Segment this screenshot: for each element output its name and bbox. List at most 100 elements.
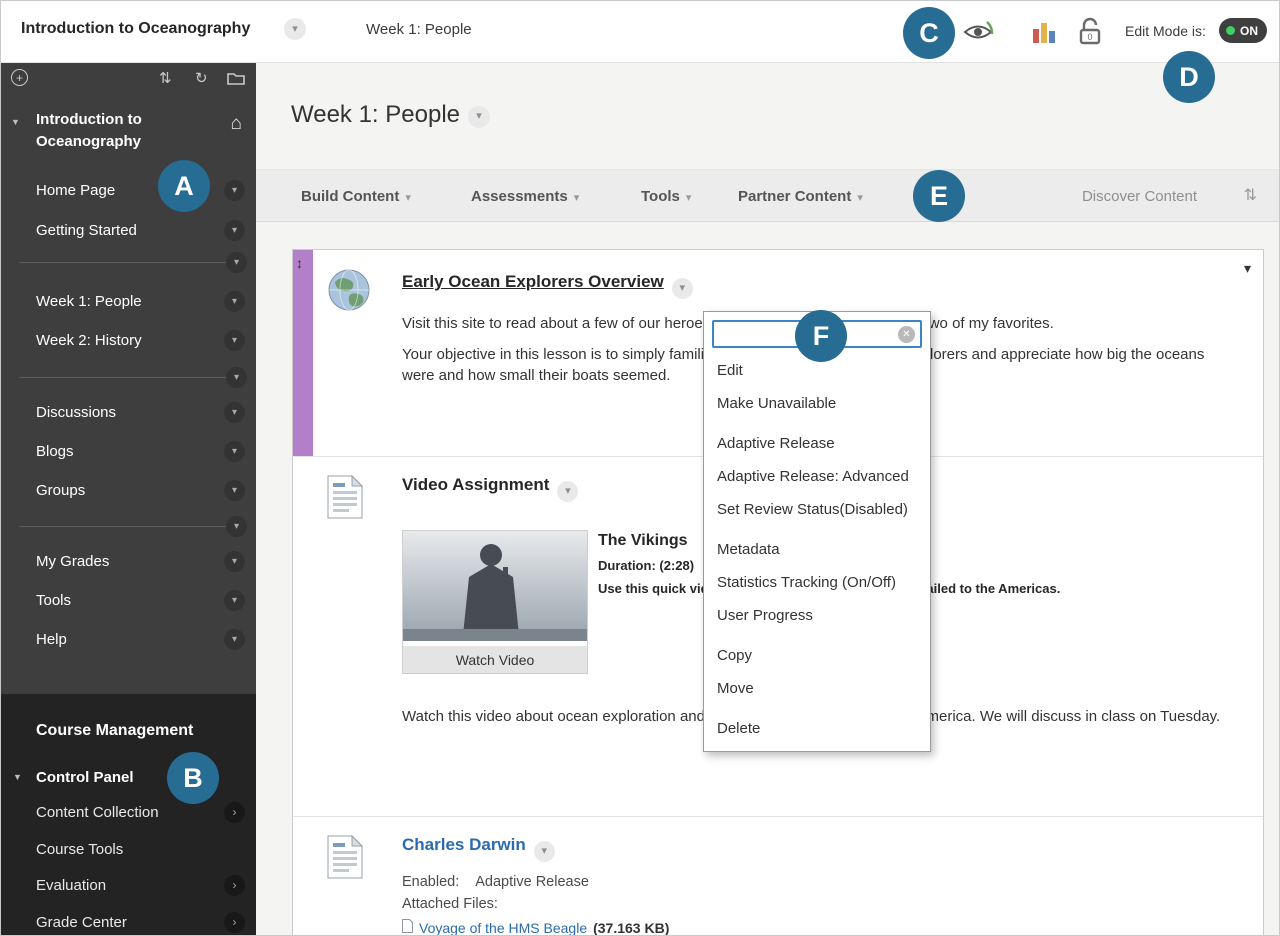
item-options-chevron-icon[interactable]: ▾ <box>533 841 555 862</box>
sidebar-item-blogs[interactable]: Blogs ▾ <box>1 432 256 471</box>
menu-item-statistics-tracking[interactable]: Statistics Tracking (On/Off) <box>704 566 930 599</box>
annotation-callout-c: C <box>903 7 955 59</box>
item-title-video-assignment[interactable]: Video Assignment <box>402 475 549 494</box>
divider-options-chevron-icon[interactable]: ▾ <box>226 516 247 537</box>
sidebar-item-label: Grade Center <box>36 914 127 931</box>
partner-content-label: Partner Content <box>738 188 852 205</box>
menu-item-set-review-status[interactable]: Set Review Status(Disabled) <box>704 493 930 526</box>
selected-item-strip: ↕ <box>293 250 313 456</box>
annotation-callout-a: A <box>158 160 210 212</box>
item-options-chevron-icon[interactable]: ▾ <box>224 590 245 611</box>
item-options-chevron-icon[interactable]: ▾ <box>224 291 245 312</box>
divider-options-chevron-icon[interactable]: ▾ <box>226 252 247 273</box>
item-link-early-ocean-explorers[interactable]: Early Ocean Explorers Overview <box>402 272 664 291</box>
menu-group: Adaptive Release Adaptive Release: Advan… <box>704 427 930 526</box>
drag-handle-icon[interactable]: ↕ <box>296 255 303 271</box>
clear-search-icon[interactable]: ✕ <box>898 326 915 343</box>
menu-item-user-progress[interactable]: User Progress <box>704 599 930 632</box>
attachment-size: (37.163 KB) <box>593 919 670 936</box>
home-icon[interactable]: ⌂ <box>231 113 242 135</box>
sidebar-course-title[interactable]: Introduction to Oceanography <box>36 109 142 153</box>
course-title-menu-chevron-icon[interactable]: ▾ <box>284 18 306 40</box>
refresh-icon[interactable]: ↻ <box>195 69 208 87</box>
attachment-link[interactable]: Voyage of the HMS Beagle <box>419 920 587 936</box>
unlock-icon[interactable]: 0 <box>1077 17 1103 52</box>
item-options-chevron-icon[interactable]: ▾ <box>224 180 245 201</box>
menu-item-delete[interactable]: Delete <box>704 712 930 745</box>
sidebar-item-home-page[interactable]: Home Page ▾ <box>1 171 256 210</box>
chevron-down-icon: ▾ <box>857 192 863 204</box>
folder-view-icon[interactable] <box>227 71 245 89</box>
sidebar-item-evaluation[interactable]: Evaluation › <box>1 867 256 904</box>
item-options-chevron-icon[interactable]: ▾ <box>224 441 245 462</box>
menu-item-adaptive-release[interactable]: Adaptive Release <box>704 427 930 460</box>
item-options-chevron-icon[interactable]: ▾ <box>224 629 245 650</box>
reorder-icon[interactable]: ⇅ <box>159 69 172 87</box>
menu-item-move[interactable]: Move <box>704 672 930 705</box>
build-content-button[interactable]: Build Content ▾ <box>301 170 411 223</box>
menu-item-metadata[interactable]: Metadata <box>704 533 930 566</box>
course-menu-sidebar: + ⇅ ↻ ▼ Introduction to Oceanography ⌂ H… <box>1 63 256 935</box>
partner-content-button[interactable]: Partner Content ▾ <box>738 170 863 223</box>
edit-mode-toggle[interactable]: ON <box>1219 18 1267 43</box>
course-title-line2: Oceanography <box>36 133 142 150</box>
sidebar-item-groups[interactable]: Groups ▾ <box>1 471 256 510</box>
sidebar-course-header: ▼ Introduction to Oceanography ⌂ <box>1 109 256 179</box>
item-options-chevron-icon[interactable]: ▾ <box>224 330 245 351</box>
file-icon <box>402 919 413 935</box>
header-course-title: Introduction to Oceanography <box>21 20 251 37</box>
build-content-label: Build Content <box>301 188 400 205</box>
add-menu-item-icon[interactable]: + <box>11 69 28 86</box>
divider-options-chevron-icon[interactable]: ▾ <box>226 367 247 388</box>
assessments-button[interactable]: Assessments ▾ <box>471 170 579 223</box>
collapse-list-chevron-icon[interactable]: ▾ <box>1244 260 1251 277</box>
sidebar-item-getting-started[interactable]: Getting Started ▾ <box>1 211 256 250</box>
sort-order-icon[interactable]: ⇅ <box>1244 185 1257 205</box>
open-in-new-chevron-icon[interactable]: › <box>224 802 245 823</box>
sidebar-item-my-grades[interactable]: My Grades ▾ <box>1 542 256 581</box>
control-panel-caret-icon[interactable]: ▼ <box>13 758 22 797</box>
item-title-row: Charles Darwin ▾ <box>402 835 1233 862</box>
sidebar-item-tools[interactable]: Tools ▾ <box>1 581 256 620</box>
page-title: Week 1: People ▾ <box>291 101 490 129</box>
sidebar-item-help[interactable]: Help ▾ <box>1 620 256 659</box>
watch-video-button[interactable]: Watch Video <box>403 646 587 673</box>
sidebar-item-discussions[interactable]: Discussions ▾ <box>1 393 256 432</box>
context-menu-list: Edit Make Unavailable Adaptive Release A… <box>704 354 930 745</box>
tools-label: Tools <box>641 188 680 205</box>
item-options-chevron-icon[interactable]: ▾ <box>557 481 579 502</box>
item-options-chevron-icon[interactable]: ▾ <box>224 551 245 572</box>
sidebar-item-week2-history[interactable]: Week 2: History ▾ <box>1 321 256 360</box>
blackboard-app: Introduction to Oceanography ▾ Week 1: P… <box>0 0 1280 936</box>
item-options-chevron-icon[interactable]: ▾ <box>224 220 245 241</box>
enabled-status-line: Enabled: Adaptive Release <box>402 874 1233 890</box>
edit-mode-value: ON <box>1240 23 1258 38</box>
annotation-callout-d: D <box>1163 51 1215 103</box>
sidebar-item-week1-people[interactable]: Week 1: People ▾ <box>1 282 256 321</box>
open-in-new-chevron-icon[interactable]: › <box>224 875 245 896</box>
sidebar-item-grade-center[interactable]: Grade Center › <box>1 904 256 935</box>
discover-content-button[interactable]: Discover Content <box>1082 170 1197 223</box>
menu-item-copy[interactable]: Copy <box>704 639 930 672</box>
student-preview-icon[interactable] <box>961 17 995 52</box>
content-action-bar: Build Content ▾ Assessments ▾ Tools ▾ Partn… <box>256 169 1279 222</box>
menu-group: Metadata Statistics Tracking (On/Off) Us… <box>704 533 930 632</box>
item-options-chevron-icon[interactable]: ▾ <box>224 480 245 501</box>
open-in-new-chevron-icon[interactable]: › <box>224 912 245 933</box>
video-thumbnail[interactable]: Watch Video <box>402 530 588 674</box>
item-link-charles-darwin[interactable]: Charles Darwin <box>402 835 526 854</box>
page-title-menu-chevron-icon[interactable]: ▾ <box>468 105 490 128</box>
tools-button[interactable]: Tools ▾ <box>641 170 691 223</box>
menu-item-make-unavailable[interactable]: Make Unavailable <box>704 387 930 420</box>
sidebar-item-label: Week 1: People <box>36 293 142 310</box>
breadcrumb[interactable]: Week 1: People <box>366 21 472 38</box>
item-options-chevron-icon[interactable]: ▾ <box>224 402 245 423</box>
sidebar-item-label: Home Page <box>36 182 116 199</box>
menu-item-adaptive-release-advanced[interactable]: Adaptive Release: Advanced <box>704 460 930 493</box>
theme-palette-icon[interactable] <box>1031 19 1057 50</box>
sidebar-item-course-tools[interactable]: Course Tools <box>1 831 256 868</box>
collapse-course-menu-icon[interactable]: ▼ <box>11 117 20 127</box>
sidebar-item-content-collection[interactable]: Content Collection › <box>1 794 256 831</box>
chevron-down-icon: ▾ <box>685 192 692 204</box>
item-options-chevron-icon[interactable]: ▾ <box>671 278 693 299</box>
